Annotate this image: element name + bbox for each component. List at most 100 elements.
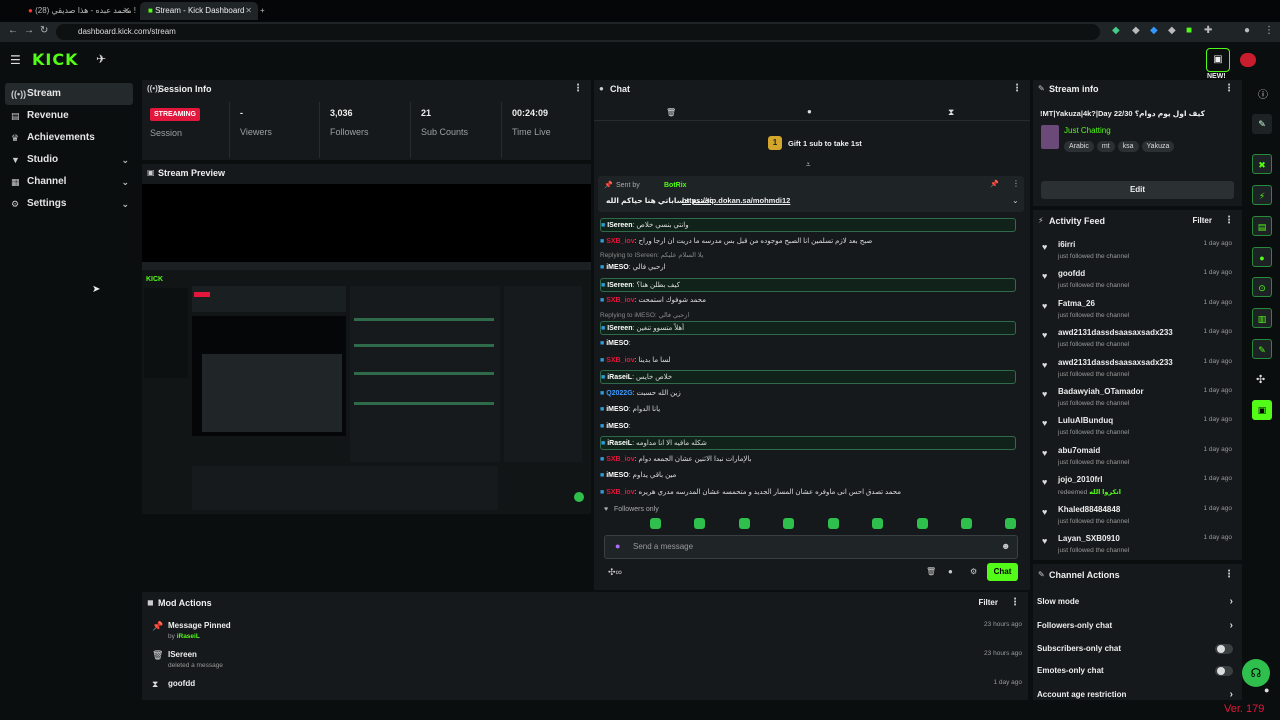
stream-preview-video[interactable]: KICK [142,184,591,514]
sidebar-item-stream[interactable]: ((•)) Stream [5,83,133,105]
emote-icon[interactable] [828,518,839,529]
followers-only-row[interactable]: Followers-only chat › [1037,617,1237,635]
help-button[interactable]: ☊ [1242,659,1270,687]
emote-icon[interactable] [961,518,972,529]
gift-sub-prompt[interactable]: Gift 1 sub to take 1st [788,139,862,148]
back-icon[interactable]: ← [8,25,18,36]
mod-action-user[interactable]: iRaseiL [177,633,200,640]
mod-action-title[interactable]: ISereen [168,650,197,659]
browser-tab-kick[interactable]: ■ Stream - Kick Dashboard ✕ [140,2,258,20]
emote-icon[interactable] [783,518,794,529]
activity-item[interactable]: ♥ i6irri just followed the channel 1 day ag… [1040,240,1236,268]
activity-item[interactable]: ♥ Layan_SXB0910 just followed the channel 1… [1040,534,1236,562]
chat-message[interactable]: ■ SXB_iov: صبح بعد لازم تسلمين انا الصبح… [600,235,1016,249]
rail-button[interactable]: ▤ [1252,216,1272,236]
chat-message[interactable]: ■ iMESO: [600,337,1016,351]
kick-logo[interactable]: KICK [32,50,79,69]
kebab-menu-icon[interactable]: ⋮ [573,80,583,98]
kebab-menu-icon[interactable]: ⋮ [1012,80,1022,98]
close-icon[interactable]: ✕ [245,2,252,20]
extension-icon[interactable]: ◆ [1168,25,1176,36]
activity-item[interactable]: ♥ Badawyiah_OTamador just followed the cha… [1040,387,1236,415]
url-field[interactable]: dashboard.kick.com/stream [56,24,1100,40]
chat-message[interactable]: ■ ISereen: وانتي بنسي خلاص [600,218,1016,232]
rocket-icon[interactable]: ✈ [96,52,106,66]
close-icon[interactable]: ✕ [123,2,130,20]
chat-username[interactable]: iMESO [606,406,629,413]
kick-points-icon[interactable]: ✣ [1256,373,1265,386]
browser-tab-youtube[interactable]: ● (28) محمد عبده - هذا صديقي !! ✕ [20,2,136,20]
gear-icon[interactable]: ⚙ [970,567,977,576]
kebab-menu-icon[interactable]: ⋮ [1012,179,1020,188]
activity-item[interactable]: ♥ abu7omaid just followed the channel 1 day… [1040,446,1236,474]
rail-button-active[interactable]: ▣ [1252,400,1272,420]
chat-message[interactable]: ■ SXB_iov: لسا ما بدينا [600,354,1016,368]
sidebar-item-channel[interactable]: ▦ Channel ⌄ [5,171,133,193]
kick-points-icon[interactable]: ✣∞ [608,567,622,578]
emote-icon[interactable] [872,518,883,529]
chat-bubble-icon[interactable]: ● [948,567,953,576]
puzzle-icon[interactable]: ✚ [1204,25,1212,36]
chat-username[interactable]: ISereen [607,282,632,289]
chat-username[interactable]: iMESO [606,423,629,430]
filter-button[interactable]: Filter [1192,212,1212,230]
rail-button[interactable]: ⚡ [1252,185,1272,205]
chat-message[interactable]: ■ ISereen: كيف بطلن هنا؟ [600,277,1016,292]
kebab-menu-icon[interactable]: ⋮ [1224,212,1234,230]
chat-username[interactable]: SXB_iov [606,238,634,245]
edit-stream-button[interactable]: Edit [1041,181,1234,199]
extension-icon[interactable]: ◆ [1132,25,1140,36]
mic-icon[interactable]: ● [615,541,620,551]
pinned-message[interactable]: 📌 Sent by BotRix جميع حساباتي هنا حياكم … [598,176,1024,212]
chat-message[interactable]: ■ SXB_iov: محمد شوفوك استمحت [600,294,1016,308]
chat-username[interactable]: iMESO [606,472,629,479]
sidebar-item-settings[interactable]: ⚙ Settings ⌄ [5,193,133,215]
rail-button[interactable]: ✖ [1252,154,1272,174]
info-icon[interactable]: ⓘ [1258,86,1268,101]
activity-item[interactable]: ♥ goofdd just followed the channel 1 day ag… [1040,269,1236,297]
slow-mode-row[interactable]: Slow mode › [1037,593,1237,611]
chat-message[interactable]: ■ iMESO: [600,420,1016,434]
chat-message[interactable]: ■ ISereen: أهلاً متسوو تنغين [600,320,1016,335]
kebab-menu-icon[interactable]: ⋮ [1010,594,1020,612]
chat-message[interactable]: ■ iRaseiL: خلاص خايس [600,370,1016,384]
chevron-down-icon[interactable]: ⩡ [806,160,811,170]
rail-button[interactable]: ✎ [1252,339,1272,359]
chat-username[interactable]: iRaseiL [607,374,632,381]
kebab-menu-icon[interactable]: ⋮ [1224,566,1234,584]
chat-message[interactable]: ■ iMESO: يانا الدوام [600,403,1016,417]
chat-message[interactable]: ■ SXB_iov: محمد تصدق احس انى ماوفره عشان… [600,486,1016,500]
chat-username[interactable]: SXB_iov [606,489,634,496]
mic-icon[interactable]: ● [1264,685,1269,695]
chat-bubble-icon[interactable]: ● [807,107,812,116]
extension-icon[interactable]: ■ [1186,25,1192,36]
emote-icon[interactable] [1005,518,1016,529]
trash-icon[interactable]: 🗑 [926,567,936,576]
mod-action-title[interactable]: goofdd [168,679,195,688]
pinned-link[interactable]: https://tip.dokan.sa/mohmdi12 [682,196,790,205]
avatar[interactable] [1240,53,1256,67]
chat-message[interactable]: ■ Q2022G: زين الله حسبت [600,387,1016,401]
profile-icon[interactable]: ● [1244,25,1250,36]
chat-username[interactable]: iRaseiL [607,440,632,447]
send-chat-button[interactable]: Chat [987,563,1018,581]
chat-username[interactable]: SXB_iov [606,456,634,463]
emote-icon[interactable] [917,518,928,529]
chevron-down-icon[interactable]: ⌄ [1012,196,1019,205]
chat-username[interactable]: iMESO [606,340,629,347]
edit-tool-button[interactable]: ✎ [1252,114,1272,134]
extension-icon[interactable]: ◆ [1112,25,1120,36]
hamburger-icon[interactable]: ☰ [10,53,21,67]
chat-message[interactable]: ■ SXB_iov: بالإمارات نبدا الاثنين عشان ا… [600,453,1016,467]
trash-icon[interactable]: 🗑 [666,108,676,117]
activity-item[interactable]: ♥ LuluAlBunduq just followed the channel 1 … [1040,416,1236,444]
chat-message[interactable]: ■ iRaseiL: شكله مافيه الا انا مداومه [600,436,1016,450]
emote-icon[interactable] [694,518,705,529]
emotes-only-toggle[interactable] [1215,666,1233,676]
chat-username[interactable]: ISereen [607,325,632,332]
forward-icon[interactable]: → [24,25,34,36]
account-age-row[interactable]: Account age restriction › [1037,686,1237,700]
rail-button[interactable]: ⊙ [1252,277,1272,297]
unpin-icon[interactable]: 📌 [990,180,999,188]
chat-message[interactable]: ■ iMESO: مين باقي يداوم [600,469,1016,483]
